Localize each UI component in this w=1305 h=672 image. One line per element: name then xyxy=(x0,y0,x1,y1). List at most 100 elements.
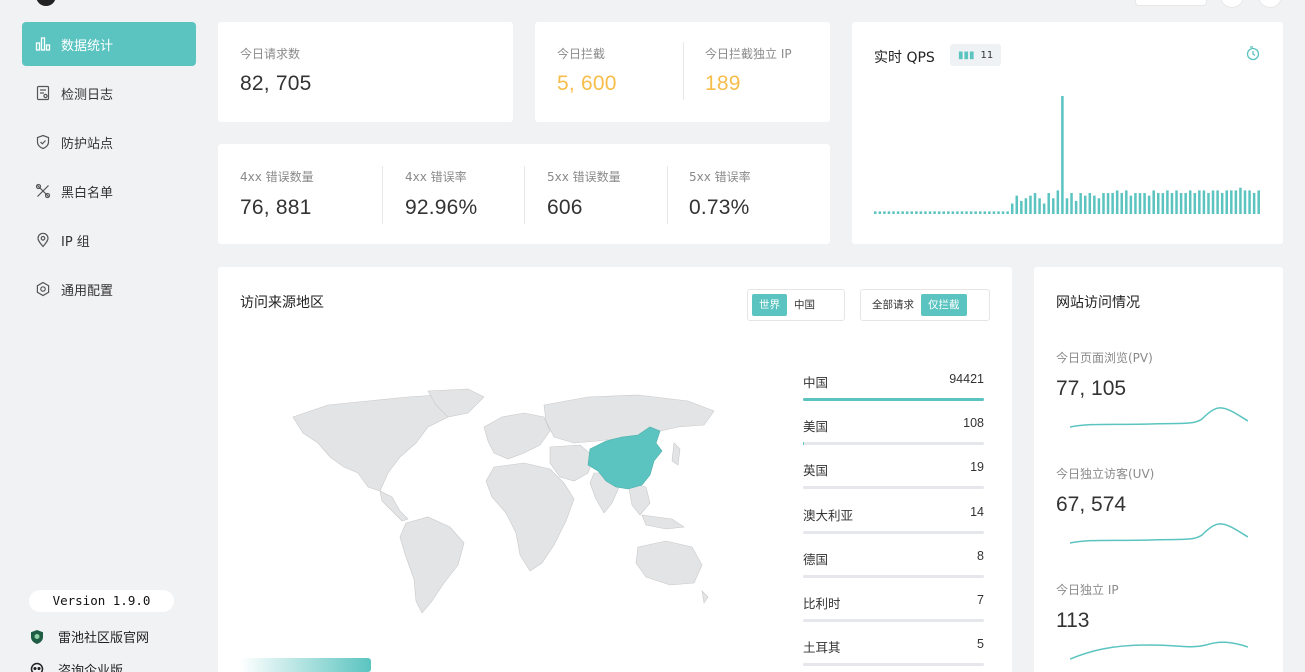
region-name: 英国 xyxy=(803,463,829,478)
pv-value: 77, 105 xyxy=(1056,377,1127,400)
world-map xyxy=(292,388,715,614)
site-card: 网站访问情况 今日页面浏览(PV) 77, 105 今日独立访客(UV) 67,… xyxy=(1034,267,1283,672)
scope-option-china[interactable]: 中国 xyxy=(787,294,822,316)
qps-bar xyxy=(1225,190,1228,214)
location-pin-icon xyxy=(35,232,51,248)
divider xyxy=(667,166,668,224)
ip-label: 今日独立 IP xyxy=(1056,583,1119,597)
qps-bar xyxy=(1029,195,1032,214)
qps-bar xyxy=(1006,211,1009,214)
qps-bar xyxy=(933,211,936,214)
region-name: 德国 xyxy=(803,552,829,567)
qps-bar xyxy=(1033,193,1037,214)
qps-bar xyxy=(1166,190,1169,214)
region-bar-track xyxy=(803,398,984,401)
qps-bar xyxy=(942,211,945,214)
qps-bar xyxy=(1129,195,1133,214)
qps-bar xyxy=(874,211,877,214)
qps-bar xyxy=(1093,195,1096,214)
region-name: 比利时 xyxy=(803,596,841,611)
pv-label: 今日页面浏览(PV) xyxy=(1056,351,1153,365)
qps-bar xyxy=(1070,193,1073,214)
qps-bar xyxy=(1020,200,1023,214)
qps-bar xyxy=(1097,198,1101,214)
qps-bar xyxy=(1065,198,1069,214)
qps-bar xyxy=(1134,193,1137,214)
sidebar-item-settings[interactable]: 通用配置 xyxy=(22,267,196,311)
gear-icon xyxy=(35,281,51,297)
region-name: 美国 xyxy=(803,419,829,434)
qps-bar xyxy=(951,211,955,214)
region-count: 108 xyxy=(963,416,984,430)
sidebar: 数据统计 检测日志 防护站点 黑白名单 IP 组 通用配置 Version 1.… xyxy=(0,0,208,672)
header-icon-button[interactable] xyxy=(1220,0,1244,8)
region-bar-track xyxy=(803,663,984,666)
qps-bar xyxy=(1230,190,1233,214)
sidebar-item-sites[interactable]: 防护站点 xyxy=(22,120,196,164)
uv-sparkline xyxy=(1070,523,1248,544)
qps-bar xyxy=(883,211,886,214)
err4xx-rate-value: 92.96% xyxy=(405,196,478,219)
header-button[interactable] xyxy=(1135,0,1207,6)
qps-bar xyxy=(1074,200,1078,214)
scope-toggle: 世界 中国 xyxy=(747,289,845,321)
qps-bar xyxy=(1198,190,1201,214)
region-bar-track xyxy=(803,486,984,489)
region-bar-track xyxy=(803,442,984,445)
qps-bar xyxy=(919,211,923,214)
err5xx-count-label: 5xx 错误数量 xyxy=(547,170,621,184)
qps-bar xyxy=(1179,193,1183,214)
region-count: 94421 xyxy=(949,372,984,386)
qps-bar xyxy=(1175,190,1178,214)
qps-bar xyxy=(1234,190,1238,214)
uv-value: 67, 574 xyxy=(1056,493,1127,516)
qps-bar xyxy=(1056,190,1060,214)
qps-bar xyxy=(905,211,909,214)
sidebar-item-logs[interactable]: 检测日志 xyxy=(22,71,196,115)
qps-bar xyxy=(1125,190,1128,214)
qps-bar xyxy=(1047,193,1050,214)
qps-bar xyxy=(978,211,982,214)
qps-bar xyxy=(1170,193,1174,214)
bar-chart-icon xyxy=(35,36,51,52)
region-bar-track xyxy=(803,619,984,622)
community-shield-icon xyxy=(29,629,45,645)
community-site-link[interactable]: 雷池社区版官网 xyxy=(29,627,149,646)
sidebar-item-label: 通用配置 xyxy=(61,283,114,299)
qps-bar xyxy=(878,211,882,214)
qps-bar xyxy=(1216,190,1219,214)
sidebar-item-label: 检测日志 xyxy=(61,87,114,103)
region-bar-track xyxy=(803,531,984,534)
filter-option-blocked[interactable]: 仅拦截 xyxy=(921,294,967,316)
qps-bar xyxy=(887,211,891,214)
qps-bar xyxy=(960,211,964,214)
region-count: 7 xyxy=(977,593,984,607)
qps-card: 实时 QPS ▮▮▮ 11 xyxy=(852,22,1283,244)
errors-card: 4xx 错误数量 76, 881 4xx 错误率 92.96% 5xx 错误数量… xyxy=(218,144,830,244)
scope-option-world[interactable]: 世界 xyxy=(752,294,787,316)
qps-bar xyxy=(1088,193,1092,214)
region-count: 19 xyxy=(970,460,984,474)
sidebar-item-blacklist[interactable]: 黑白名单 xyxy=(22,169,196,213)
sidebar-item-ip-group[interactable]: IP 组 xyxy=(22,218,196,262)
region-name: 中国 xyxy=(803,375,829,390)
filter-option-all[interactable]: 全部请求 xyxy=(865,294,921,316)
uv-label: 今日独立访客(UV) xyxy=(1056,467,1155,481)
sidebar-item-label: IP 组 xyxy=(61,234,90,250)
qps-bar xyxy=(1202,190,1206,214)
blocked-ip-value: 189 xyxy=(705,72,741,95)
enterprise-link[interactable]: 咨询企业版 xyxy=(29,660,123,672)
qps-bar xyxy=(1038,198,1041,214)
requests-card: 今日请求数 82, 705 xyxy=(218,22,513,122)
region-title: 访问来源地区 xyxy=(240,295,324,311)
divider xyxy=(683,42,684,100)
divider xyxy=(524,166,525,224)
sidebar-item-stats[interactable]: 数据统计 xyxy=(22,22,196,66)
qps-bar xyxy=(1120,193,1123,214)
region-card: 访问来源地区 世界 中国 全部请求 仅拦截 中国 94421 美国 108 英国… xyxy=(218,267,1012,672)
qps-bar xyxy=(974,211,977,214)
err5xx-rate-value: 0.73% xyxy=(689,196,750,219)
header-avatar[interactable] xyxy=(1258,0,1282,8)
qps-bar xyxy=(1079,193,1082,214)
filter-toggle: 全部请求 仅拦截 xyxy=(860,289,990,321)
